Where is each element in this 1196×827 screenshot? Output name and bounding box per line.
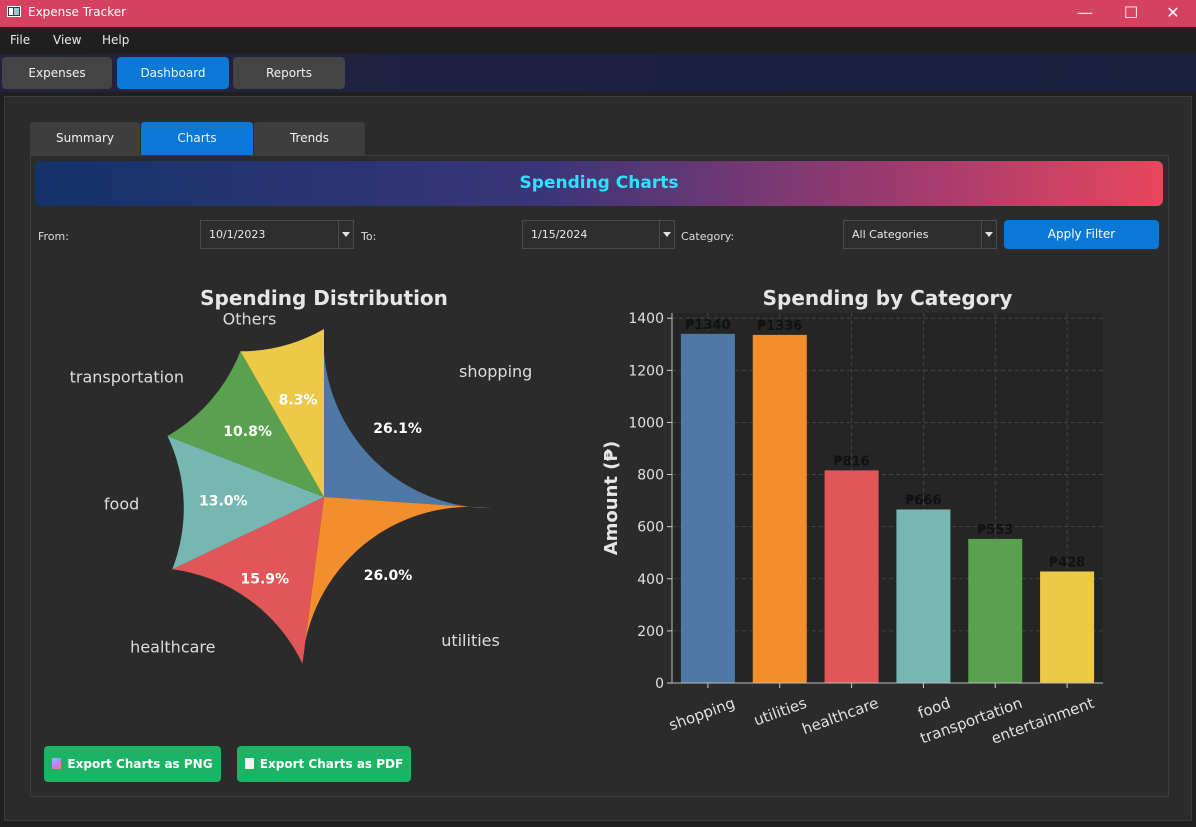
pie-percent-label: 26.0% [364,568,413,584]
y-tick-label: 1200 [628,363,664,379]
pie-percent-label: 15.9% [241,572,290,588]
pie-percent-label: 8.3% [279,393,318,409]
plot-area [672,313,1103,683]
bar-value-label: ₱553 [977,523,1013,538]
pie-category-label: food [104,495,139,514]
y-tick-label: 1000 [628,415,664,431]
y-tick-label: 400 [637,572,664,588]
bar-utilities [752,334,807,683]
export-pdf-label: Export Charts as PDF [259,757,404,771]
pie-slice-shopping [323,329,492,509]
y-tick-label: 1400 [628,311,664,327]
pie-percent-label: 26.1% [373,421,422,437]
pie-category-label: utilities [441,631,500,650]
export-pdf-button[interactable]: Export Charts as PDF [237,746,411,782]
x-tick-label: food [915,694,952,722]
y-axis-label: Amount (₱) [601,441,622,556]
charts-canvas: Spending Distribution 26.1% shopping 26.0% u… [70,286,1103,748]
document-icon [244,758,254,769]
bar-shopping [680,333,735,683]
bar-chart: Spending by Category 0 200 400 600 800 1000 120… [601,286,1103,748]
pie-percent-label: 13.0% [199,494,248,510]
bar-food [896,509,951,683]
pie-category-label: Others [223,309,277,328]
pie-title: Spending Distribution [200,286,448,310]
export-png-button[interactable]: Export Charts as PNG [44,746,221,782]
bar-transportation [968,538,1023,683]
pie-chart: Spending Distribution 26.1% shopping 26.0% u… [70,286,532,664]
bar-value-label: ₱1336 [757,319,802,334]
bar-value-label: ₱816 [833,454,869,469]
y-tick-label: 0 [655,676,664,692]
x-tick-label: shopping [667,694,738,734]
export-png-label: Export Charts as PNG [67,757,213,771]
bar-value-label: ₱428 [1049,555,1085,570]
bar-healthcare [824,470,879,683]
bar-value-label: ₱666 [905,493,941,508]
pie-category-label: shopping [459,362,532,381]
y-tick-label: 600 [637,520,664,536]
bar-entertainment [1040,571,1095,683]
pie-category-label: healthcare [130,638,215,657]
y-tick-label: 200 [637,624,664,640]
image-icon [52,758,62,769]
x-tick-label: healthcare [800,694,881,738]
pie-category-label: transportation [70,367,184,386]
pie-percent-label: 10.8% [223,424,272,440]
bar-title: Spending by Category [763,286,1013,310]
bar-value-label: ₱1340 [685,318,730,333]
y-tick-label: 800 [637,468,664,484]
